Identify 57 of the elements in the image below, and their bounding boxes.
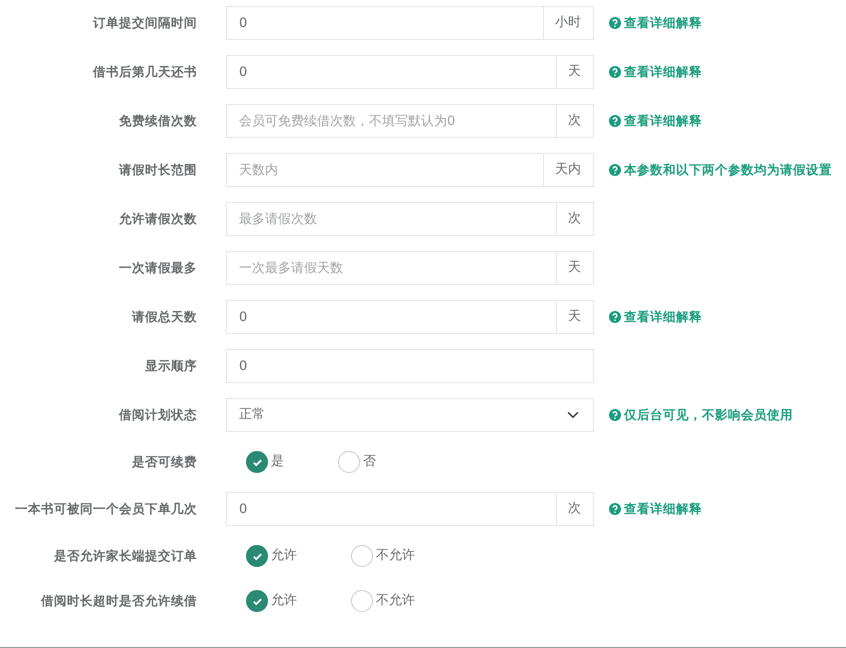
field-label: 请假时长范围 bbox=[118, 160, 197, 179]
text-field[interactable]: 最多请假次数 bbox=[226, 202, 557, 236]
field-label: 请假总天数 bbox=[130, 308, 197, 326]
help-icon bbox=[609, 311, 621, 323]
text-field[interactable]: 0 bbox=[226, 492, 557, 526]
field-label: 是否可续费 bbox=[131, 452, 197, 471]
help-icon bbox=[609, 115, 621, 127]
unit-addon: 次 bbox=[556, 202, 594, 236]
radio-option[interactable]: 允许 bbox=[246, 590, 297, 612]
radio-option[interactable]: 不允许 bbox=[351, 590, 415, 612]
unit-addon: 天 bbox=[556, 251, 594, 285]
help-icon bbox=[609, 409, 621, 421]
radio-button[interactable] bbox=[351, 590, 373, 612]
help-link[interactable]: 仅后台可见，不影响会员使用 bbox=[609, 406, 793, 424]
help-icon bbox=[609, 66, 621, 78]
help-icon bbox=[609, 503, 621, 515]
text-field[interactable]: 0 bbox=[226, 300, 557, 334]
field-label: 借书后第几天还书 bbox=[92, 62, 197, 81]
help-icon bbox=[609, 164, 621, 176]
field-label: 订单提交间隔时间 bbox=[92, 14, 197, 32]
unit-addon: 小时 bbox=[543, 6, 594, 40]
radio-button[interactable] bbox=[246, 590, 268, 612]
status-select[interactable]: 正常 bbox=[226, 398, 594, 432]
text-field[interactable]: 天数内 bbox=[226, 153, 544, 187]
text-field[interactable]: 一次最多请假天数 bbox=[226, 251, 557, 285]
help-link[interactable]: 查看详细解释 bbox=[609, 14, 702, 32]
unit-addon: 次 bbox=[556, 492, 594, 526]
radio-option[interactable]: 是 bbox=[246, 451, 284, 473]
unit-addon: 天 bbox=[556, 300, 594, 334]
field-label: 显示顺序 bbox=[144, 356, 197, 375]
field-label: 是否允许家长端提交订单 bbox=[53, 546, 197, 565]
help-link[interactable]: 查看详细解释 bbox=[609, 500, 702, 518]
radio-button[interactable] bbox=[246, 451, 268, 473]
unit-addon: 天内 bbox=[543, 153, 594, 187]
radio-option[interactable]: 否 bbox=[338, 451, 376, 473]
field-label: 借阅计划状态 bbox=[118, 406, 197, 424]
unit-addon: 天 bbox=[556, 55, 594, 89]
field-label: 一本书可被同一个会员下单几次 bbox=[14, 500, 197, 518]
radio-button[interactable] bbox=[246, 545, 268, 567]
help-link[interactable]: 查看详细解释 bbox=[609, 308, 702, 326]
field-label: 一次请假最多 bbox=[118, 258, 197, 277]
radio-option[interactable]: 允许 bbox=[246, 545, 297, 567]
radio-option[interactable]: 不允许 bbox=[351, 545, 415, 567]
unit-addon: 次 bbox=[556, 104, 594, 138]
radio-button[interactable] bbox=[338, 451, 360, 473]
field-label: 免费续借次数 bbox=[118, 112, 197, 130]
help-icon bbox=[609, 17, 621, 29]
field-label: 借阅时长超时是否允许续借 bbox=[40, 592, 197, 610]
text-field[interactable]: 0 bbox=[226, 349, 594, 383]
text-field[interactable]: 0 bbox=[226, 6, 544, 40]
text-field[interactable]: 会员可免费续借次数，不填写默认为0 bbox=[226, 104, 557, 138]
field-label: 允许请假次数 bbox=[118, 210, 197, 228]
help-link[interactable]: 查看详细解释 bbox=[609, 62, 702, 82]
text-field[interactable]: 0 bbox=[226, 55, 557, 89]
help-link[interactable]: 查看详细解释 bbox=[609, 112, 702, 130]
radio-button[interactable] bbox=[351, 545, 373, 567]
help-link[interactable]: 本参数和以下两个参数均为请假设置 bbox=[609, 160, 832, 180]
